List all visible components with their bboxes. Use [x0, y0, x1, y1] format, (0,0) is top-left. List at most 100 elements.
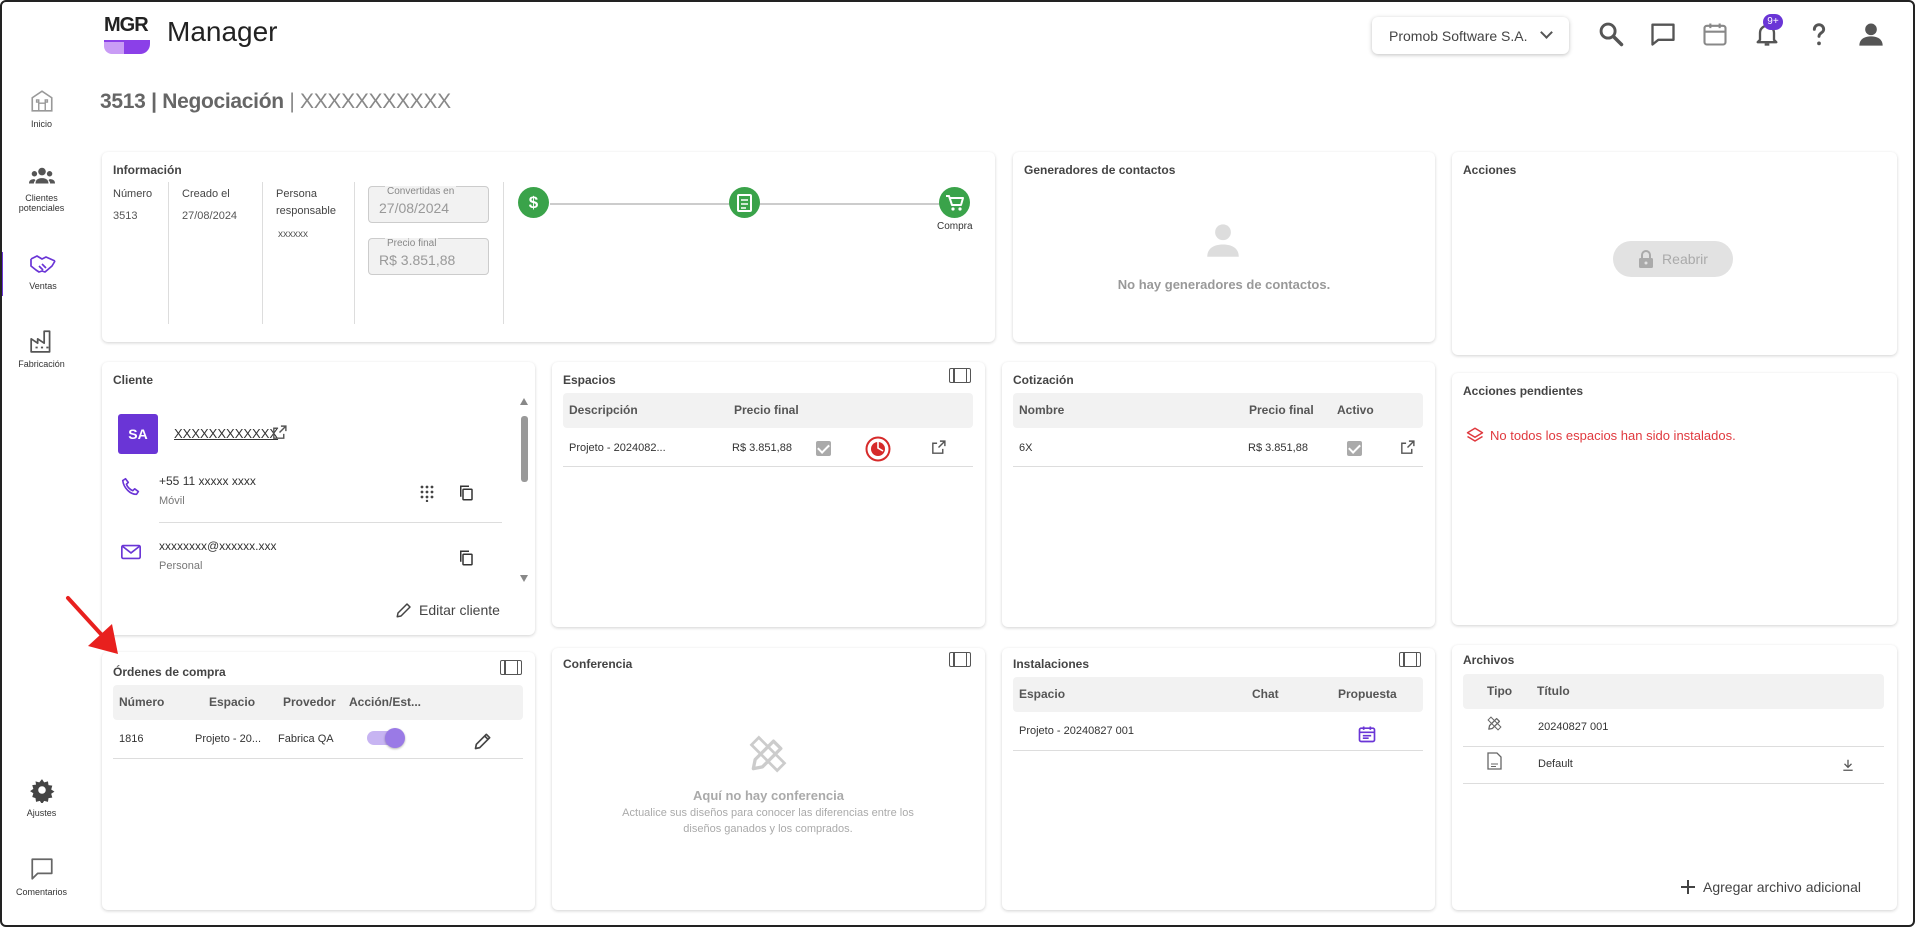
sidebar-item-comentarios[interactable]: Comentarios: [0, 856, 83, 897]
ordenes-title: Órdenes de compra: [113, 665, 226, 679]
step-negotiation: $: [518, 187, 549, 218]
top-bar: MGR Manager Promob Software S.A. 9+: [0, 0, 1915, 70]
sidebar-label-inicio: Inicio: [30, 119, 52, 129]
expand-columns-icon[interactable]: [1399, 652, 1421, 667]
instalaciones-title: Instalaciones: [1013, 657, 1090, 671]
download-icon[interactable]: [1841, 758, 1855, 772]
orden-toggle[interactable]: [367, 728, 405, 748]
sidebar-item-ajustes[interactable]: Ajustes: [0, 777, 83, 818]
promob-app-icon[interactable]: [865, 436, 891, 462]
scroll-up-arrow[interactable]: [520, 398, 528, 405]
pendientes-card: [1452, 373, 1897, 625]
proposal-calendar-icon[interactable]: [1357, 724, 1377, 744]
external-link-icon[interactable]: [271, 424, 288, 441]
user-icon[interactable]: [1857, 20, 1885, 48]
expand-columns-icon[interactable]: [949, 652, 971, 667]
espacios-table-header: Descripción Precio final: [563, 393, 973, 428]
app-logo[interactable]: MGR: [100, 12, 154, 58]
col-precio-final: Precio final: [734, 403, 799, 417]
pencil-icon: [396, 603, 411, 618]
sidebar-label-ajustes: Ajustes: [26, 808, 57, 818]
espacios-title: Espacios: [563, 373, 616, 387]
scroll-thumb[interactable]: [521, 416, 528, 482]
persona-label: Persona responsable: [276, 188, 336, 217]
espacio-desc: Projeto - 2024082...: [569, 442, 666, 454]
pdf-file-icon: [1487, 752, 1502, 770]
sidebar-item-fabricacion[interactable]: Fabricación: [0, 328, 83, 369]
reabrir-button[interactable]: Reabrir: [1613, 241, 1733, 277]
archivos-title: Archivos: [1463, 653, 1515, 667]
phone-icon: [121, 477, 140, 496]
add-file-label: Agregar archivo adicional: [1703, 879, 1861, 895]
company-name: Promob Software S.A.: [1389, 27, 1528, 44]
sidebar-item-ventas[interactable]: Ventas: [0, 252, 83, 296]
conferencia-empty-desc: Actualice sus diseños para conocer las d…: [622, 807, 914, 835]
instalaciones-table-header: Espacio Chat Propuesta: [1013, 677, 1423, 712]
ordenes-table-header: Número Espacio Provedor Acción/Est...: [113, 685, 523, 720]
client-scrollbar[interactable]: [520, 398, 528, 584]
expand-columns-icon[interactable]: [949, 368, 971, 383]
col-provedor: Provedor: [283, 695, 336, 709]
external-link-icon[interactable]: [1399, 439, 1416, 456]
precio-final-value: R$ 3.851,88: [379, 252, 456, 268]
factory-icon: [29, 330, 50, 353]
page-title: 3513 | Negociación | XXXXXXXXXXX: [100, 90, 451, 114]
company-selector[interactable]: Promob Software S.A.: [1372, 17, 1569, 54]
add-file-button[interactable]: Agregar archivo adicional: [1680, 879, 1861, 895]
acciones-title: Acciones: [1463, 163, 1517, 177]
home-icon: [30, 90, 53, 112]
chat-icon[interactable]: [1649, 20, 1677, 48]
precio-final-field: Precio final R$ 3.851,88: [368, 238, 489, 275]
copy-icon[interactable]: [457, 484, 475, 502]
convertidas-field: Convertidas en 27/08/2024: [368, 186, 489, 223]
help-icon[interactable]: [1805, 20, 1833, 48]
archivo-titulo: 20240827 001: [1538, 721, 1609, 733]
client-avatar: SA: [118, 414, 158, 454]
sidebar: Inicio Clientes potenciales Ventas Fabri…: [0, 70, 83, 925]
design-file-icon: [1487, 716, 1502, 731]
col-nombre: Nombre: [1019, 403, 1065, 417]
gear-icon: [29, 779, 54, 803]
client-email: xxxxxxxx@xxxxxx.xxx: [159, 539, 277, 553]
search-icon[interactable]: [1597, 20, 1625, 48]
scroll-down-arrow[interactable]: [520, 575, 528, 582]
client-name-link[interactable]: XXXXXXXXXXXX: [174, 426, 278, 441]
espacio-checked-icon: [816, 441, 831, 456]
edit-client-button[interactable]: Editar cliente: [395, 601, 500, 619]
step-purchase: [939, 187, 970, 218]
col-chat: Chat: [1252, 687, 1279, 701]
dialpad-icon[interactable]: [418, 484, 436, 502]
external-link-icon[interactable]: [930, 439, 947, 456]
orden-proveedor: Fabrica QA: [278, 733, 334, 745]
negotiation-status: Negociación: [162, 90, 284, 113]
persona-value: xxxxxx: [278, 229, 308, 240]
conferencia-empty-title: Aquí no hay conferencia: [693, 788, 844, 803]
client-name-title: XXXXXXXXXXX: [300, 90, 451, 113]
col-activo: Activo: [1337, 403, 1374, 417]
client-email-type: Personal: [159, 560, 203, 572]
calendar-icon[interactable]: [1701, 20, 1729, 48]
negotiation-number: 3513: [100, 90, 146, 113]
copy-icon[interactable]: [457, 549, 475, 567]
col-espacio: Espacio: [209, 695, 256, 709]
clipboard-icon: [737, 194, 752, 212]
creado-label: Creado el: [182, 188, 230, 200]
convertidas-value: 27/08/2024: [379, 200, 450, 216]
lock-icon: [1639, 250, 1654, 268]
col-accion: Acción/Est...: [349, 695, 422, 709]
email-icon: [121, 544, 141, 560]
conferencia-card: [552, 648, 985, 910]
sidebar-item-inicio[interactable]: Inicio: [0, 88, 83, 129]
pencil-icon[interactable]: [473, 731, 493, 751]
red-arrow-annotation: [66, 596, 118, 654]
sidebar-label-fabricacion: Fabricación: [18, 359, 65, 369]
step-purchase-label: Compra: [937, 221, 973, 232]
expand-columns-icon[interactable]: [500, 660, 522, 675]
sidebar-item-clientes[interactable]: Clientes potenciales: [0, 166, 83, 213]
reabrir-label: Reabrir: [1662, 251, 1708, 267]
cotizacion-activo-checked-icon: [1347, 441, 1362, 456]
col-precio-final: Precio final: [1249, 403, 1314, 417]
edit-client-label: Editar cliente: [419, 602, 500, 618]
info-title: Información: [113, 163, 182, 177]
archivo-titulo: Default: [1538, 758, 1573, 770]
